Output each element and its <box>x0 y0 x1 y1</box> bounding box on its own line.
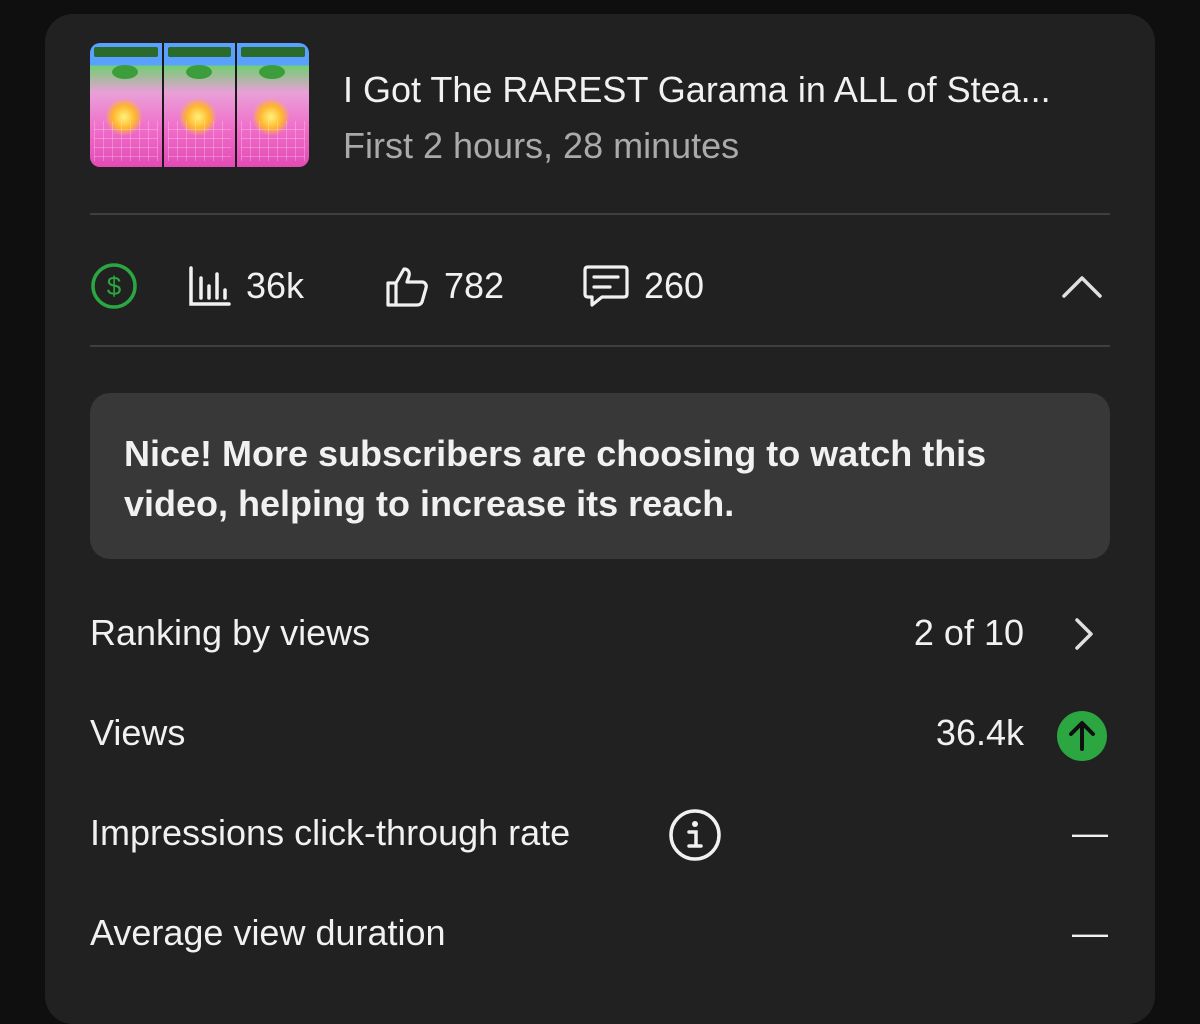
stats-row: $ 36k 782 260 <box>90 258 1110 314</box>
comments-stat[interactable]: 260 <box>582 258 704 314</box>
metric-value: — <box>1072 912 1108 953</box>
video-header[interactable]: I Got The RAREST Garama in ALL of Stea..… <box>90 43 1155 167</box>
metric-value: 2 of 10 <box>913 612 1024 653</box>
metric-row-ctr[interactable]: Impressions click-through rate — <box>90 804 1110 864</box>
metric-row-views[interactable]: Views 36.4k <box>90 704 1110 764</box>
views-stat[interactable]: 36k <box>188 258 304 314</box>
insight-message-text: Nice! More subscribers are choosing to w… <box>124 433 987 524</box>
collapse-button[interactable] <box>1060 264 1104 308</box>
divider <box>90 213 1110 215</box>
chevron-right-icon <box>1072 616 1096 652</box>
dollar-circle-icon: $ <box>90 262 138 310</box>
likes-count: 782 <box>444 265 505 306</box>
comments-count: 260 <box>644 265 705 306</box>
metric-value: — <box>1072 812 1108 853</box>
insight-message: Nice! More subscribers are choosing to w… <box>90 393 1110 559</box>
video-thumbnail[interactable] <box>90 43 309 167</box>
monetization-status[interactable]: $ <box>90 258 138 314</box>
metric-label: Impressions click-through rate <box>90 812 571 853</box>
metric-label: Views <box>90 712 186 753</box>
arrow-up-circle-icon <box>1056 710 1108 762</box>
thumbs-up-icon <box>384 263 430 309</box>
metric-label: Ranking by views <box>90 612 371 653</box>
svg-text:$: $ <box>107 271 122 301</box>
metric-row-ranking[interactable]: Ranking by views 2 of 10 <box>90 604 1110 664</box>
video-title[interactable]: I Got The RAREST Garama in ALL of Stea..… <box>343 69 1051 111</box>
metric-value: 36.4k <box>935 712 1024 753</box>
thumbnail-frame <box>90 43 164 167</box>
chevron-up-icon <box>1060 264 1104 308</box>
video-time-period: First 2 hours, 28 minutes <box>343 125 740 166</box>
info-icon[interactable] <box>668 808 722 862</box>
metric-row-avg-duration[interactable]: Average view duration — <box>90 904 1110 964</box>
divider <box>90 345 1110 347</box>
thumbnail-frame <box>163 43 238 167</box>
comment-icon <box>582 263 630 309</box>
metric-label: Average view duration <box>90 912 446 953</box>
likes-stat[interactable]: 782 <box>384 258 504 314</box>
thumbnail-frame <box>237 43 309 167</box>
views-count: 36k <box>246 265 305 306</box>
bar-chart-icon <box>188 264 232 308</box>
